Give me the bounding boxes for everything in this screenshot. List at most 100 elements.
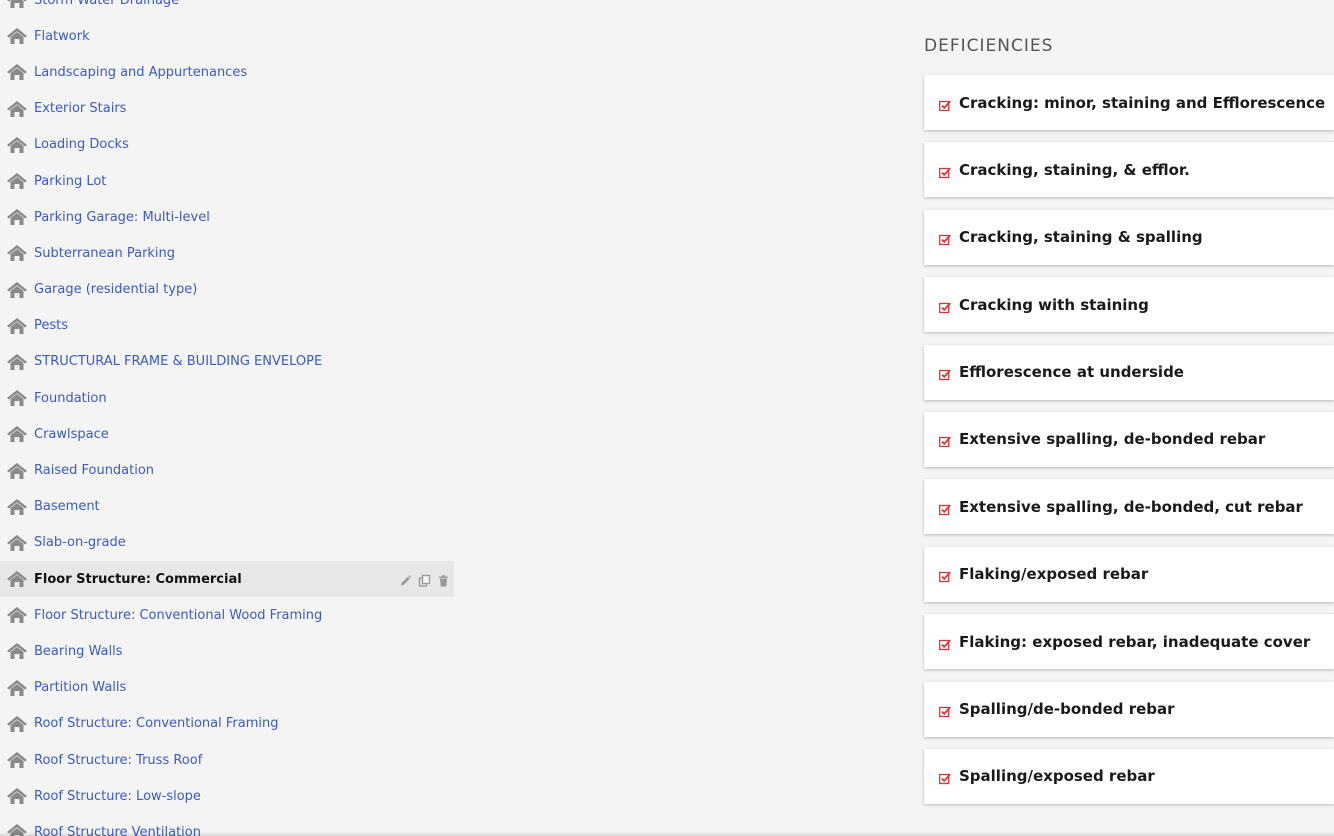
sidebar-item[interactable]: Roof Structure: Conventional Framing bbox=[0, 706, 454, 742]
sidebar-item-label[interactable]: Floor Structure: Conventional Wood Frami… bbox=[34, 608, 322, 623]
deficiency-card[interactable]: Cracking, staining & spalling bbox=[924, 209, 1334, 265]
sidebar-item[interactable]: Foundation bbox=[0, 380, 454, 416]
deficiency-card[interactable]: Spalling/exposed rebar bbox=[924, 748, 1334, 804]
deficiency-card[interactable]: Efflorescence at underside bbox=[924, 344, 1334, 400]
house-icon bbox=[6, 63, 28, 81]
sidebar-item[interactable]: Basement bbox=[0, 489, 454, 525]
sidebar-item[interactable]: Landscaping and Appurtenances bbox=[0, 54, 454, 90]
sidebar-item[interactable]: Raised Foundation bbox=[0, 452, 454, 488]
page: Storm Water Drainage Flatwork Landscaping … bbox=[0, 0, 1334, 836]
house-icon bbox=[6, 136, 28, 154]
deficiency-card[interactable]: Spalling/de-bonded rebar bbox=[924, 681, 1334, 737]
deficiency-label: Spalling/de-bonded rebar bbox=[959, 700, 1175, 719]
house-icon bbox=[6, 244, 28, 262]
sidebar-item[interactable]: Storm Water Drainage bbox=[0, 0, 454, 18]
house-icon bbox=[6, 425, 28, 443]
sidebar-nav: Storm Water Drainage Flatwork Landscaping … bbox=[0, 0, 454, 836]
sidebar-item-label[interactable]: STRUCTURAL FRAME & BUILDING ENVELOPE bbox=[34, 354, 322, 369]
sidebar-item[interactable]: Subterranean Parking bbox=[0, 235, 454, 271]
house-icon bbox=[6, 715, 28, 733]
sidebar-item-label[interactable]: Basement bbox=[34, 499, 100, 514]
sidebar-item-label[interactable]: Pests bbox=[34, 318, 68, 333]
house-icon bbox=[6, 281, 28, 299]
sidebar-item[interactable]: Parking Lot bbox=[0, 163, 454, 199]
sidebar-item-label[interactable]: Floor Structure: Commercial bbox=[34, 572, 242, 587]
sidebar-item[interactable]: Floor Structure: Commercial bbox=[0, 561, 454, 598]
deficiency-card[interactable]: Flaking: exposed rebar, inadequate cover bbox=[924, 614, 1334, 670]
deficiency-card[interactable]: Flaking/exposed rebar bbox=[924, 546, 1334, 602]
sidebar-item[interactable]: Garage (residential type) bbox=[0, 272, 454, 308]
sidebar-item-label[interactable]: Storm Water Drainage bbox=[34, 0, 179, 8]
deficiency-label: Flaking: exposed rebar, inadequate cover bbox=[959, 632, 1311, 651]
deficiencies-title: DEFICIENCIES bbox=[924, 36, 1054, 56]
sidebar-item-label[interactable]: Roof Structure: Conventional Framing bbox=[34, 716, 278, 731]
sidebar-item[interactable]: Pests bbox=[0, 308, 454, 344]
checkbox-checked-icon[interactable] bbox=[939, 366, 951, 381]
deficiency-card[interactable]: Cracking, staining, & efflor. bbox=[924, 142, 1334, 198]
sidebar-item[interactable]: Roof Structure: Low-slope bbox=[0, 778, 454, 814]
checkbox-checked-icon[interactable] bbox=[939, 568, 951, 583]
sidebar-item[interactable]: Slab-on-grade bbox=[0, 525, 454, 561]
sidebar-item-label[interactable]: Flatwork bbox=[34, 29, 90, 44]
sidebar-item-label[interactable]: Crawlspace bbox=[34, 427, 109, 442]
deficiency-card[interactable]: Cracking: minor, staining and Effloresce… bbox=[924, 75, 1334, 130]
deficiency-card[interactable]: Extensive spalling, de-bonded, cut rebar bbox=[924, 479, 1334, 535]
sidebar-item[interactable]: Bearing Walls bbox=[0, 633, 454, 669]
checkbox-checked-icon[interactable] bbox=[939, 231, 951, 246]
sidebar-item-label[interactable]: Foundation bbox=[34, 391, 107, 406]
checkbox-checked-icon[interactable] bbox=[939, 501, 951, 515]
sidebar-item-label[interactable]: Roof Structure: Low-slope bbox=[34, 789, 201, 804]
deficiencies-panel: DEFICIENCIES Cracking: minor, staining a… bbox=[924, 33, 1334, 816]
checkbox-checked-icon[interactable] bbox=[939, 770, 951, 785]
sidebar-item[interactable]: STRUCTURAL FRAME & BUILDING ENVELOPE bbox=[0, 344, 454, 380]
checkbox-checked-icon[interactable] bbox=[939, 97, 951, 111]
checkbox-checked-icon[interactable] bbox=[939, 164, 951, 179]
sidebar-item-label[interactable]: Partition Walls bbox=[34, 680, 126, 695]
checkbox-checked-icon[interactable] bbox=[939, 636, 951, 650]
sidebar-item[interactable]: Exterior Stairs bbox=[0, 91, 454, 127]
sidebar-item-label[interactable]: Exterior Stairs bbox=[34, 101, 126, 116]
checkbox-checked-icon[interactable] bbox=[939, 703, 951, 718]
house-icon bbox=[6, 317, 28, 335]
sidebar-item-label[interactable]: Loading Docks bbox=[34, 137, 129, 152]
sidebar-item[interactable]: Flatwork bbox=[0, 18, 454, 54]
sidebar-item-label[interactable]: Bearing Walls bbox=[34, 644, 122, 659]
trash-icon[interactable] bbox=[437, 573, 450, 587]
deficiency-label: Flaking/exposed rebar bbox=[959, 565, 1149, 584]
house-icon bbox=[6, 787, 28, 805]
deficiency-card[interactable]: Cracking with staining bbox=[924, 277, 1334, 333]
sidebar-item-label[interactable]: Subterranean Parking bbox=[34, 246, 175, 261]
pencil-icon[interactable] bbox=[399, 573, 412, 586]
deficiency-label: Cracking: minor, staining and Effloresce… bbox=[959, 93, 1326, 112]
house-icon bbox=[6, 353, 28, 371]
deficiency-card[interactable]: Extensive spalling, de-bonded rebar bbox=[924, 411, 1334, 467]
deficiency-label: Extensive spalling, de-bonded rebar bbox=[959, 430, 1266, 449]
house-icon bbox=[6, 606, 28, 624]
checkbox-checked-icon[interactable] bbox=[939, 433, 951, 448]
house-icon bbox=[6, 0, 28, 9]
sidebar-item-label[interactable]: Parking Garage: Multi-level bbox=[34, 210, 210, 225]
deficiency-label: Spalling/exposed rebar bbox=[959, 767, 1155, 786]
sidebar-item-label[interactable]: Garage (residential type) bbox=[34, 282, 197, 297]
sidebar-item-label[interactable]: Landscaping and Appurtenances bbox=[34, 65, 247, 80]
house-icon bbox=[6, 534, 28, 552]
house-icon bbox=[6, 172, 28, 190]
sidebar-item[interactable]: Parking Garage: Multi-level bbox=[0, 199, 454, 235]
house-icon bbox=[6, 498, 28, 516]
deficiencies-list: Cracking: minor, staining and Effloresce… bbox=[924, 75, 1334, 804]
copy-icon[interactable] bbox=[418, 573, 431, 587]
sidebar-item[interactable]: Floor Structure: Conventional Wood Frami… bbox=[0, 597, 454, 633]
sidebar-item[interactable]: Loading Docks bbox=[0, 127, 454, 163]
house-icon bbox=[6, 100, 28, 118]
deficiency-label: Cracking with staining bbox=[959, 295, 1149, 314]
checkbox-checked-icon[interactable] bbox=[939, 299, 951, 313]
house-icon bbox=[6, 679, 28, 697]
sidebar-item-label[interactable]: Slab-on-grade bbox=[34, 535, 126, 550]
sidebar-item-label[interactable]: Raised Foundation bbox=[34, 463, 154, 478]
house-icon bbox=[6, 27, 28, 45]
sidebar-item[interactable]: Crawlspace bbox=[0, 416, 454, 452]
sidebar-item-label[interactable]: Parking Lot bbox=[34, 174, 106, 189]
sidebar-item[interactable]: Roof Structure: Truss Roof bbox=[0, 742, 454, 778]
sidebar-item-label[interactable]: Roof Structure: Truss Roof bbox=[34, 753, 202, 768]
sidebar-item[interactable]: Partition Walls bbox=[0, 670, 454, 706]
